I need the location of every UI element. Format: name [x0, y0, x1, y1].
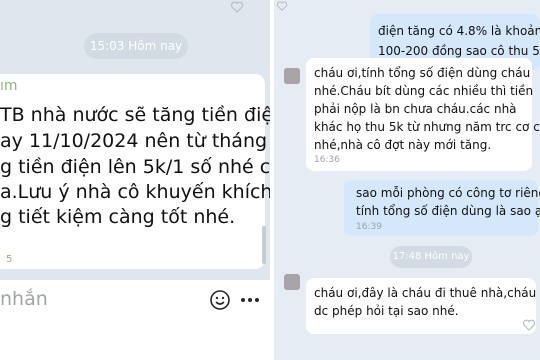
message-line: tính tổng số điện dùng là sao ạ?: [356, 204, 540, 218]
avatar[interactable]: [284, 274, 300, 290]
message-line: g tiền điện lên 5k/1 số nhé cả: [0, 156, 270, 178]
message-time: 16:39: [356, 222, 382, 232]
message-line: phải nộp là bn chưa cháu.các nhà: [314, 102, 517, 116]
emoji-icon[interactable]: [208, 288, 232, 312]
chat-timestamp-divider: 17:48 Hôm nay: [390, 246, 472, 268]
right-chat-panel: điện tăng có 4.8% là khoảng 100-200 đồng…: [274, 0, 540, 360]
message-line: ay 11/10/2024 nên từ tháng sau cô s: [0, 130, 270, 152]
message-line: điện tăng có 4.8% là khoảng: [378, 24, 540, 38]
message-line: nhé,nhà cô đợt này mới tăng.: [314, 138, 492, 152]
message-line: cháu ơi,đây là cháu đi thuê nhà,cháu ko: [314, 286, 540, 300]
message-line: a.Lưu ý nhà cô khuyến khích dùng: [0, 181, 270, 203]
avatar[interactable]: [284, 68, 300, 84]
scrollbar[interactable]: [262, 226, 266, 264]
sender-name: ım: [0, 78, 18, 94]
message-line: nhé.Cháu bít dùng các nhiều thì tiền: [314, 84, 534, 98]
chat-timestamp-divider: 15:03 Hôm nay: [84, 33, 188, 59]
heart-reaction-icon[interactable]: [276, 0, 288, 12]
message-input[interactable]: nhắn: [0, 288, 48, 310]
message-line: dc phép hỏi tại sao nhé.: [314, 304, 459, 318]
message-time: 16:36: [314, 155, 340, 165]
message-line: g tiết kiệm càng tốt nhé.: [0, 206, 236, 228]
message-line: 100-200 đồng sao cô thu 5k: [378, 44, 540, 58]
heart-reaction-icon[interactable]: [522, 318, 536, 332]
more-options-icon[interactable]: [238, 288, 262, 312]
message-time: 5: [6, 254, 13, 265]
heart-reaction-icon[interactable]: [230, 0, 244, 14]
message-line: sao mỗi phòng có công tơ riêng m: [356, 186, 540, 200]
message-line: TB nhà nước sẽ tăng tiền điện từ: [0, 104, 270, 126]
message-line: cháu ơi,tính tổng số điện dùng cháu: [314, 66, 531, 80]
message-line: khác họ thu 5k từ nhưng năm trc cơ cháu: [314, 120, 540, 134]
